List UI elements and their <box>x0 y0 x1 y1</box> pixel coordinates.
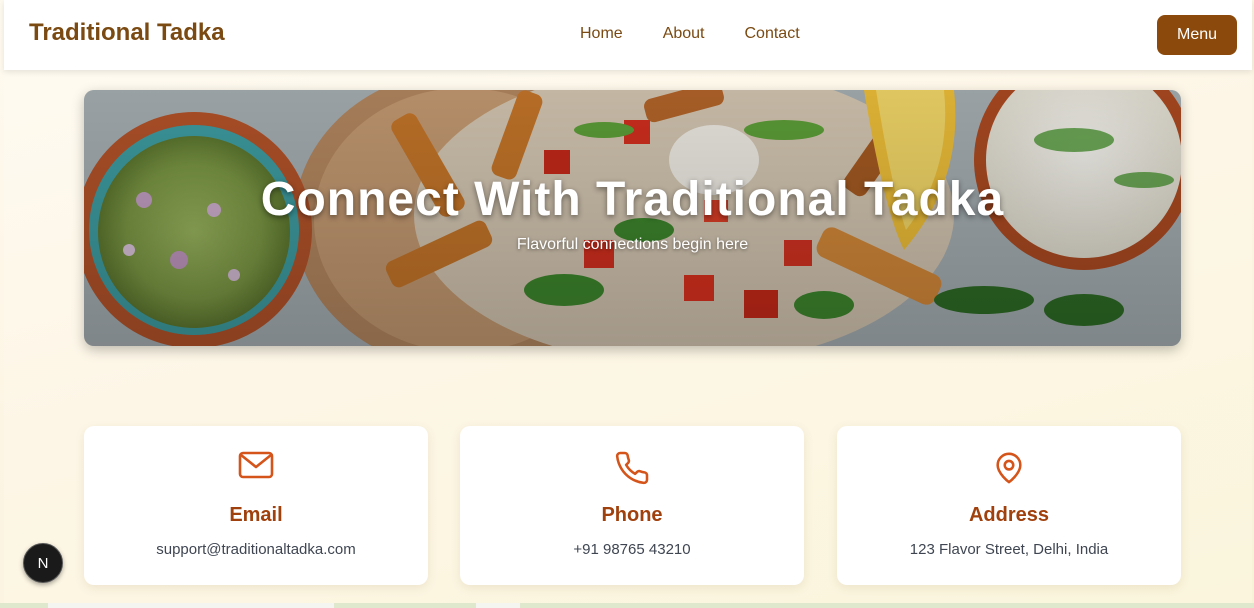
site-header: Traditional Tadka Home About Contact Men… <box>4 0 1252 70</box>
mail-icon <box>84 450 428 480</box>
email-card-title: Email <box>229 504 283 526</box>
address-card-value[interactable]: 123 Flavor Street, Delhi, India <box>837 541 1181 558</box>
phone-card-value[interactable]: +91 98765 43210 <box>460 541 804 558</box>
phone-icon <box>460 450 804 486</box>
nav-link-about[interactable]: About <box>663 25 705 43</box>
phone-card-title: Phone <box>601 504 663 526</box>
email-card: Email support@traditionaltadka.com <box>84 426 428 585</box>
phone-card: Phone +91 98765 43210 <box>460 426 804 585</box>
scrollbar-segment <box>476 603 520 608</box>
scrollbar-segment <box>48 603 334 608</box>
hero-subtitle: Flavorful connections begin here <box>516 236 749 253</box>
main-nav: Home About Contact <box>580 25 800 43</box>
nav-link-home[interactable]: Home <box>580 25 623 43</box>
brand-logo-text[interactable]: Traditional Tadka <box>29 19 225 47</box>
menu-button[interactable]: Menu <box>1157 15 1237 55</box>
address-card: Address 123 Flavor Street, Delhi, India <box>837 426 1181 585</box>
address-card-title: Address <box>968 504 1050 526</box>
dev-tools-badge[interactable]: N <box>23 543 63 583</box>
map-pin-icon <box>837 450 1181 486</box>
bottom-scrollbar-strip <box>0 603 1254 608</box>
hero-banner: Connect With Traditional Tadka Flavorful… <box>84 90 1181 346</box>
email-card-value[interactable]: support@traditionaltadka.com <box>84 541 428 558</box>
nav-link-contact[interactable]: Contact <box>745 25 800 43</box>
hero-title: Connect With Traditional Tadka <box>260 173 1005 226</box>
